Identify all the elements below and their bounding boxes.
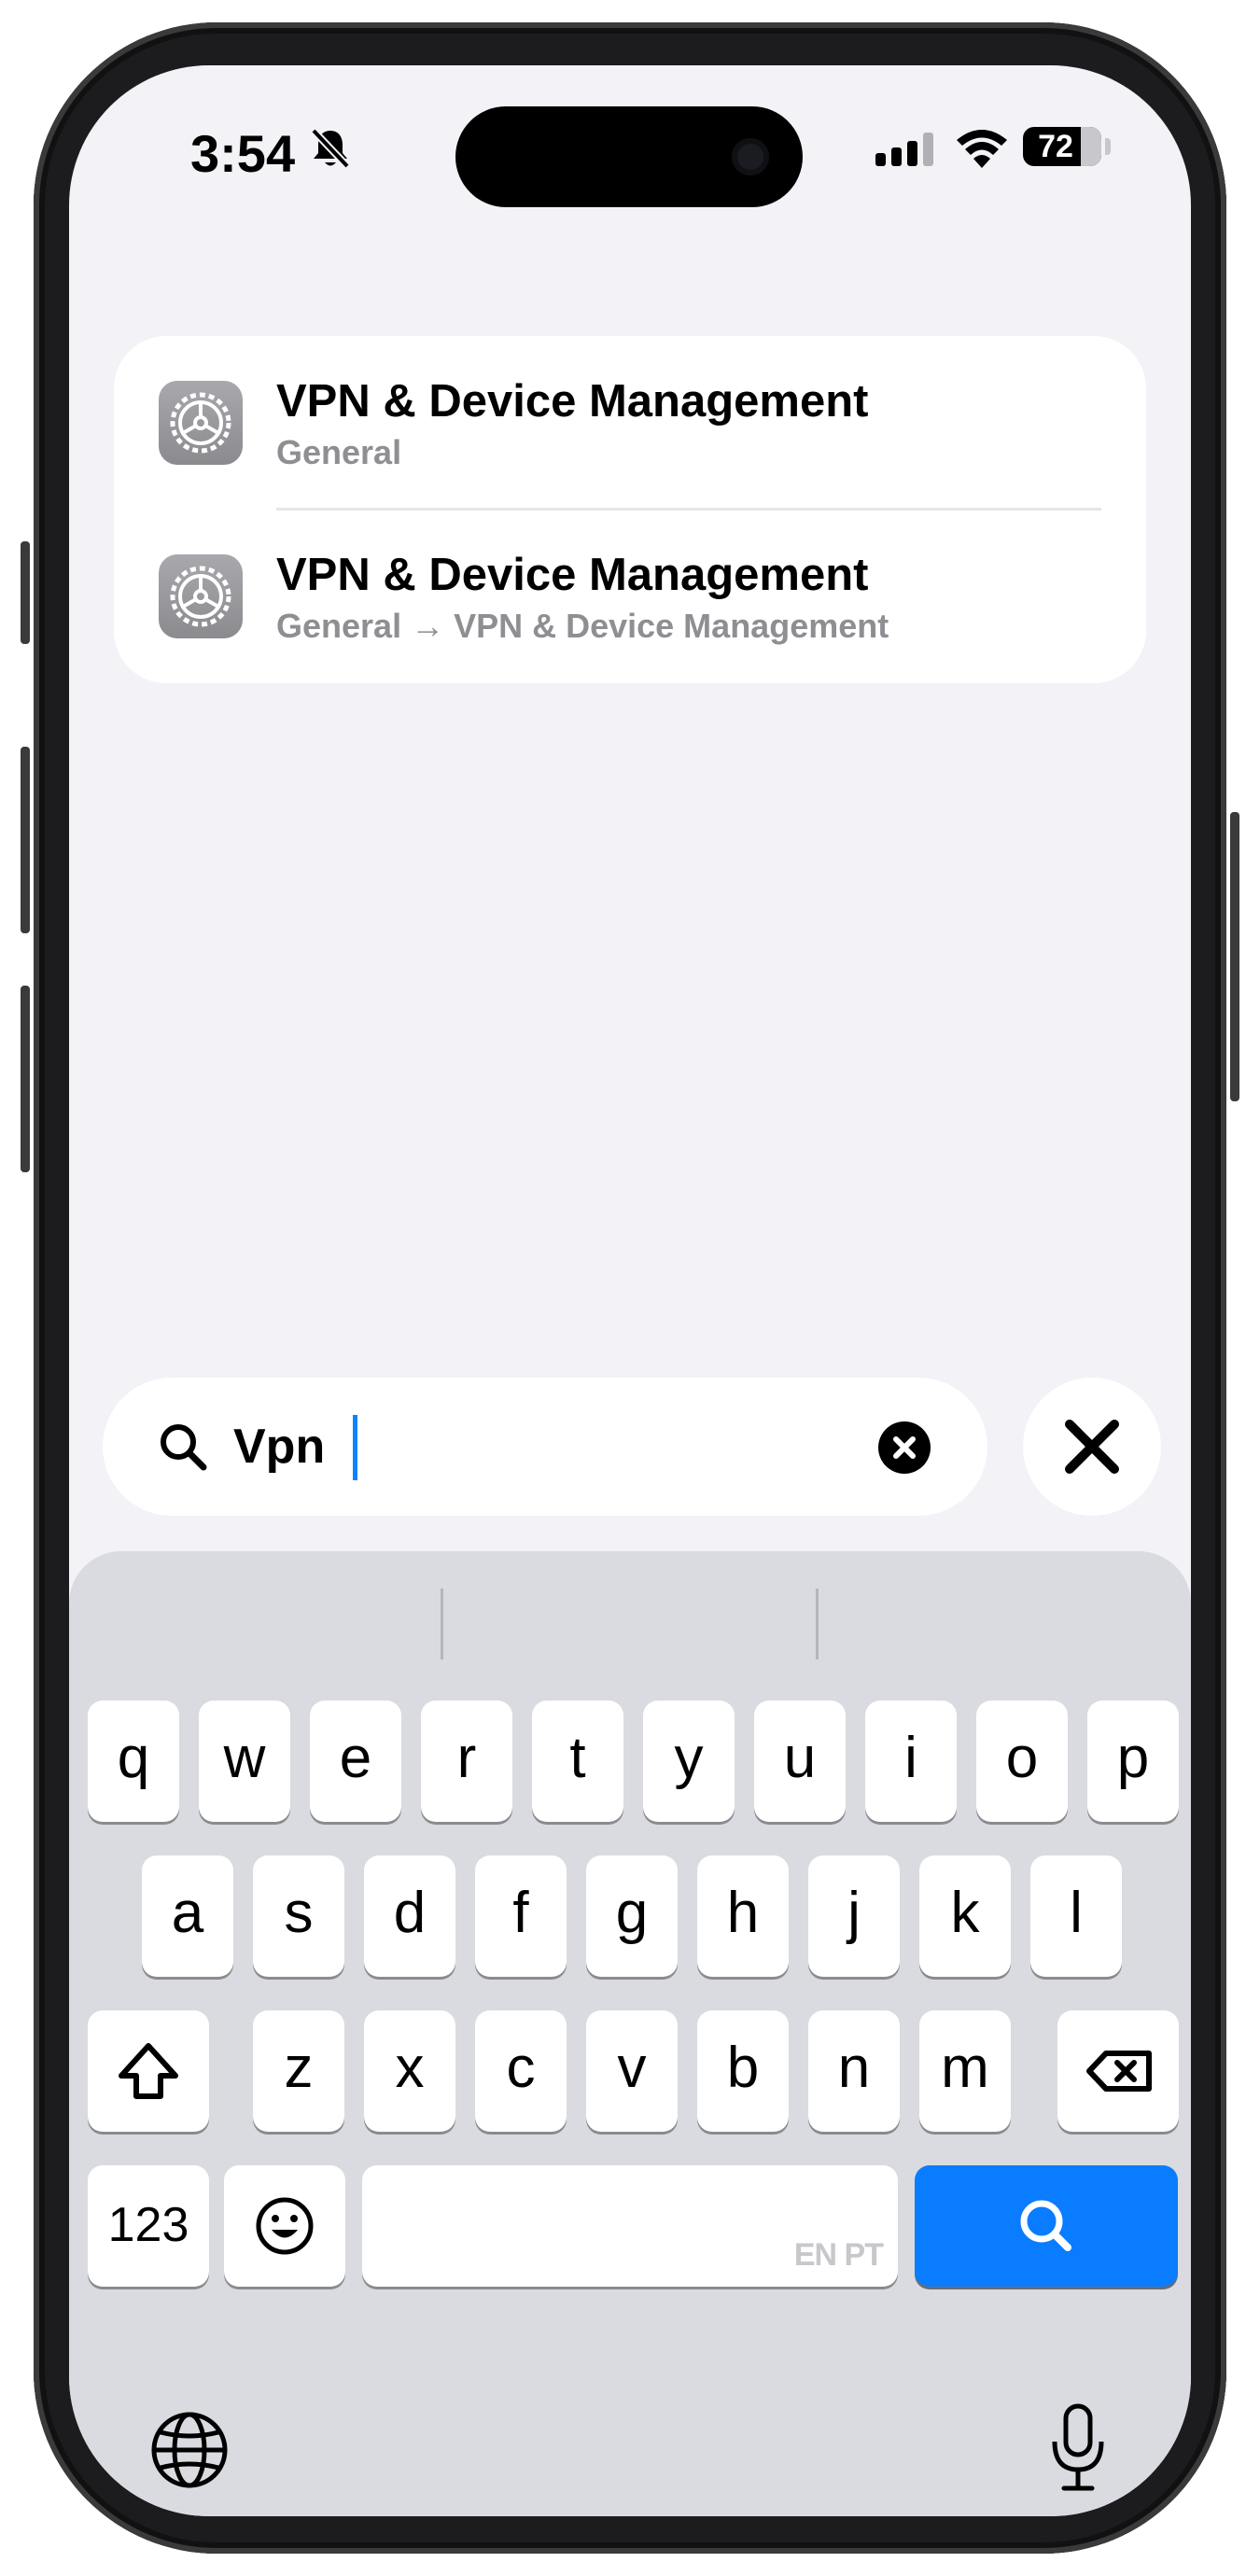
key-t[interactable]: t xyxy=(532,1701,623,1822)
result-title: VPN & Device Management xyxy=(276,550,869,600)
key-o[interactable]: o xyxy=(976,1701,1068,1822)
battery-icon: 72 xyxy=(1023,127,1101,166)
backspace-key[interactable] xyxy=(1057,2010,1179,2132)
search-key[interactable] xyxy=(915,2165,1178,2287)
key-q[interactable]: q xyxy=(88,1701,179,1822)
key-f[interactable]: f xyxy=(475,1855,567,1977)
battery-tip xyxy=(1105,138,1111,155)
phone-screen: 3:54 72 VPN & Device Management General … xyxy=(69,65,1191,2516)
search-icon xyxy=(1020,2200,1071,2251)
key-s[interactable]: s xyxy=(253,1855,344,1977)
close-search-button[interactable] xyxy=(1023,1378,1161,1516)
suggestion-divider xyxy=(816,1589,819,1659)
key-i[interactable]: i xyxy=(865,1701,957,1822)
key-b[interactable]: b xyxy=(697,2010,789,2132)
battery-level: 72 xyxy=(1038,129,1073,164)
suggestion-divider xyxy=(441,1589,443,1659)
keyboard: q w e r t y u i o p a s d f g h j k l z … xyxy=(69,1551,1191,2516)
key-x[interactable]: x xyxy=(364,2010,455,2132)
key-j[interactable]: j xyxy=(808,1855,900,1977)
result-subtitle: General xyxy=(276,433,402,471)
search-field[interactable]: Vpn xyxy=(103,1378,987,1516)
key-d[interactable]: d xyxy=(364,1855,455,1977)
key-z[interactable]: z xyxy=(253,2010,344,2132)
status-bar: 3:54 72 xyxy=(69,65,1191,207)
text-cursor xyxy=(353,1415,357,1480)
key-u[interactable]: u xyxy=(754,1701,846,1822)
key-w[interactable]: w xyxy=(199,1701,290,1822)
result-title: VPN & Device Management xyxy=(276,376,869,427)
key-a[interactable]: a xyxy=(142,1855,233,1977)
numbers-key[interactable]: 123 xyxy=(88,2165,209,2287)
key-l[interactable]: l xyxy=(1030,1855,1122,1977)
wifi-icon xyxy=(956,129,1008,173)
volume-down-button xyxy=(21,986,30,1172)
globe-icon[interactable] xyxy=(147,2408,231,2497)
key-v[interactable]: v xyxy=(586,2010,678,2132)
search-icon xyxy=(157,1421,209,1477)
space-language-label: EN PT xyxy=(793,2237,884,2273)
action-button xyxy=(21,541,30,644)
status-time: 3:54 xyxy=(190,124,296,183)
key-h[interactable]: h xyxy=(697,1855,789,1977)
clear-icon[interactable] xyxy=(877,1421,931,1475)
key-r[interactable]: r xyxy=(421,1701,512,1822)
backspace-icon xyxy=(1086,2051,1152,2092)
key-m[interactable]: m xyxy=(919,2010,1011,2132)
key-k[interactable]: k xyxy=(919,1855,1011,1977)
settings-gear-icon xyxy=(159,381,243,465)
search-input[interactable]: Vpn xyxy=(233,1419,325,1475)
shift-key[interactable] xyxy=(88,2010,209,2132)
key-y[interactable]: y xyxy=(643,1701,735,1822)
search-results-card: VPN & Device Management General VPN & De… xyxy=(114,336,1146,683)
camera-icon xyxy=(732,138,769,175)
shift-icon xyxy=(119,2043,178,2099)
result-subtitle: General → VPN & Device Management xyxy=(276,607,889,645)
key-e[interactable]: e xyxy=(310,1701,401,1822)
close-icon xyxy=(1065,1420,1119,1474)
power-button xyxy=(1230,812,1239,1101)
search-result-item[interactable]: VPN & Device Management General xyxy=(114,336,1146,511)
key-n[interactable]: n xyxy=(808,2010,900,2132)
microphone-icon[interactable] xyxy=(1045,2401,1111,2499)
key-c[interactable]: c xyxy=(475,2010,567,2132)
key-p[interactable]: p xyxy=(1087,1701,1179,1822)
cellular-signal-icon xyxy=(875,133,935,171)
emoji-key[interactable] xyxy=(224,2165,345,2287)
emoji-icon xyxy=(256,2197,314,2255)
volume-up-button xyxy=(21,747,30,933)
settings-gear-icon xyxy=(159,554,243,638)
dynamic-island xyxy=(455,106,803,207)
space-key[interactable]: EN PT xyxy=(362,2165,898,2287)
key-g[interactable]: g xyxy=(586,1855,678,1977)
bell-slash-icon xyxy=(310,127,351,175)
search-result-item[interactable]: VPN & Device Management General → VPN & … xyxy=(114,510,1146,683)
